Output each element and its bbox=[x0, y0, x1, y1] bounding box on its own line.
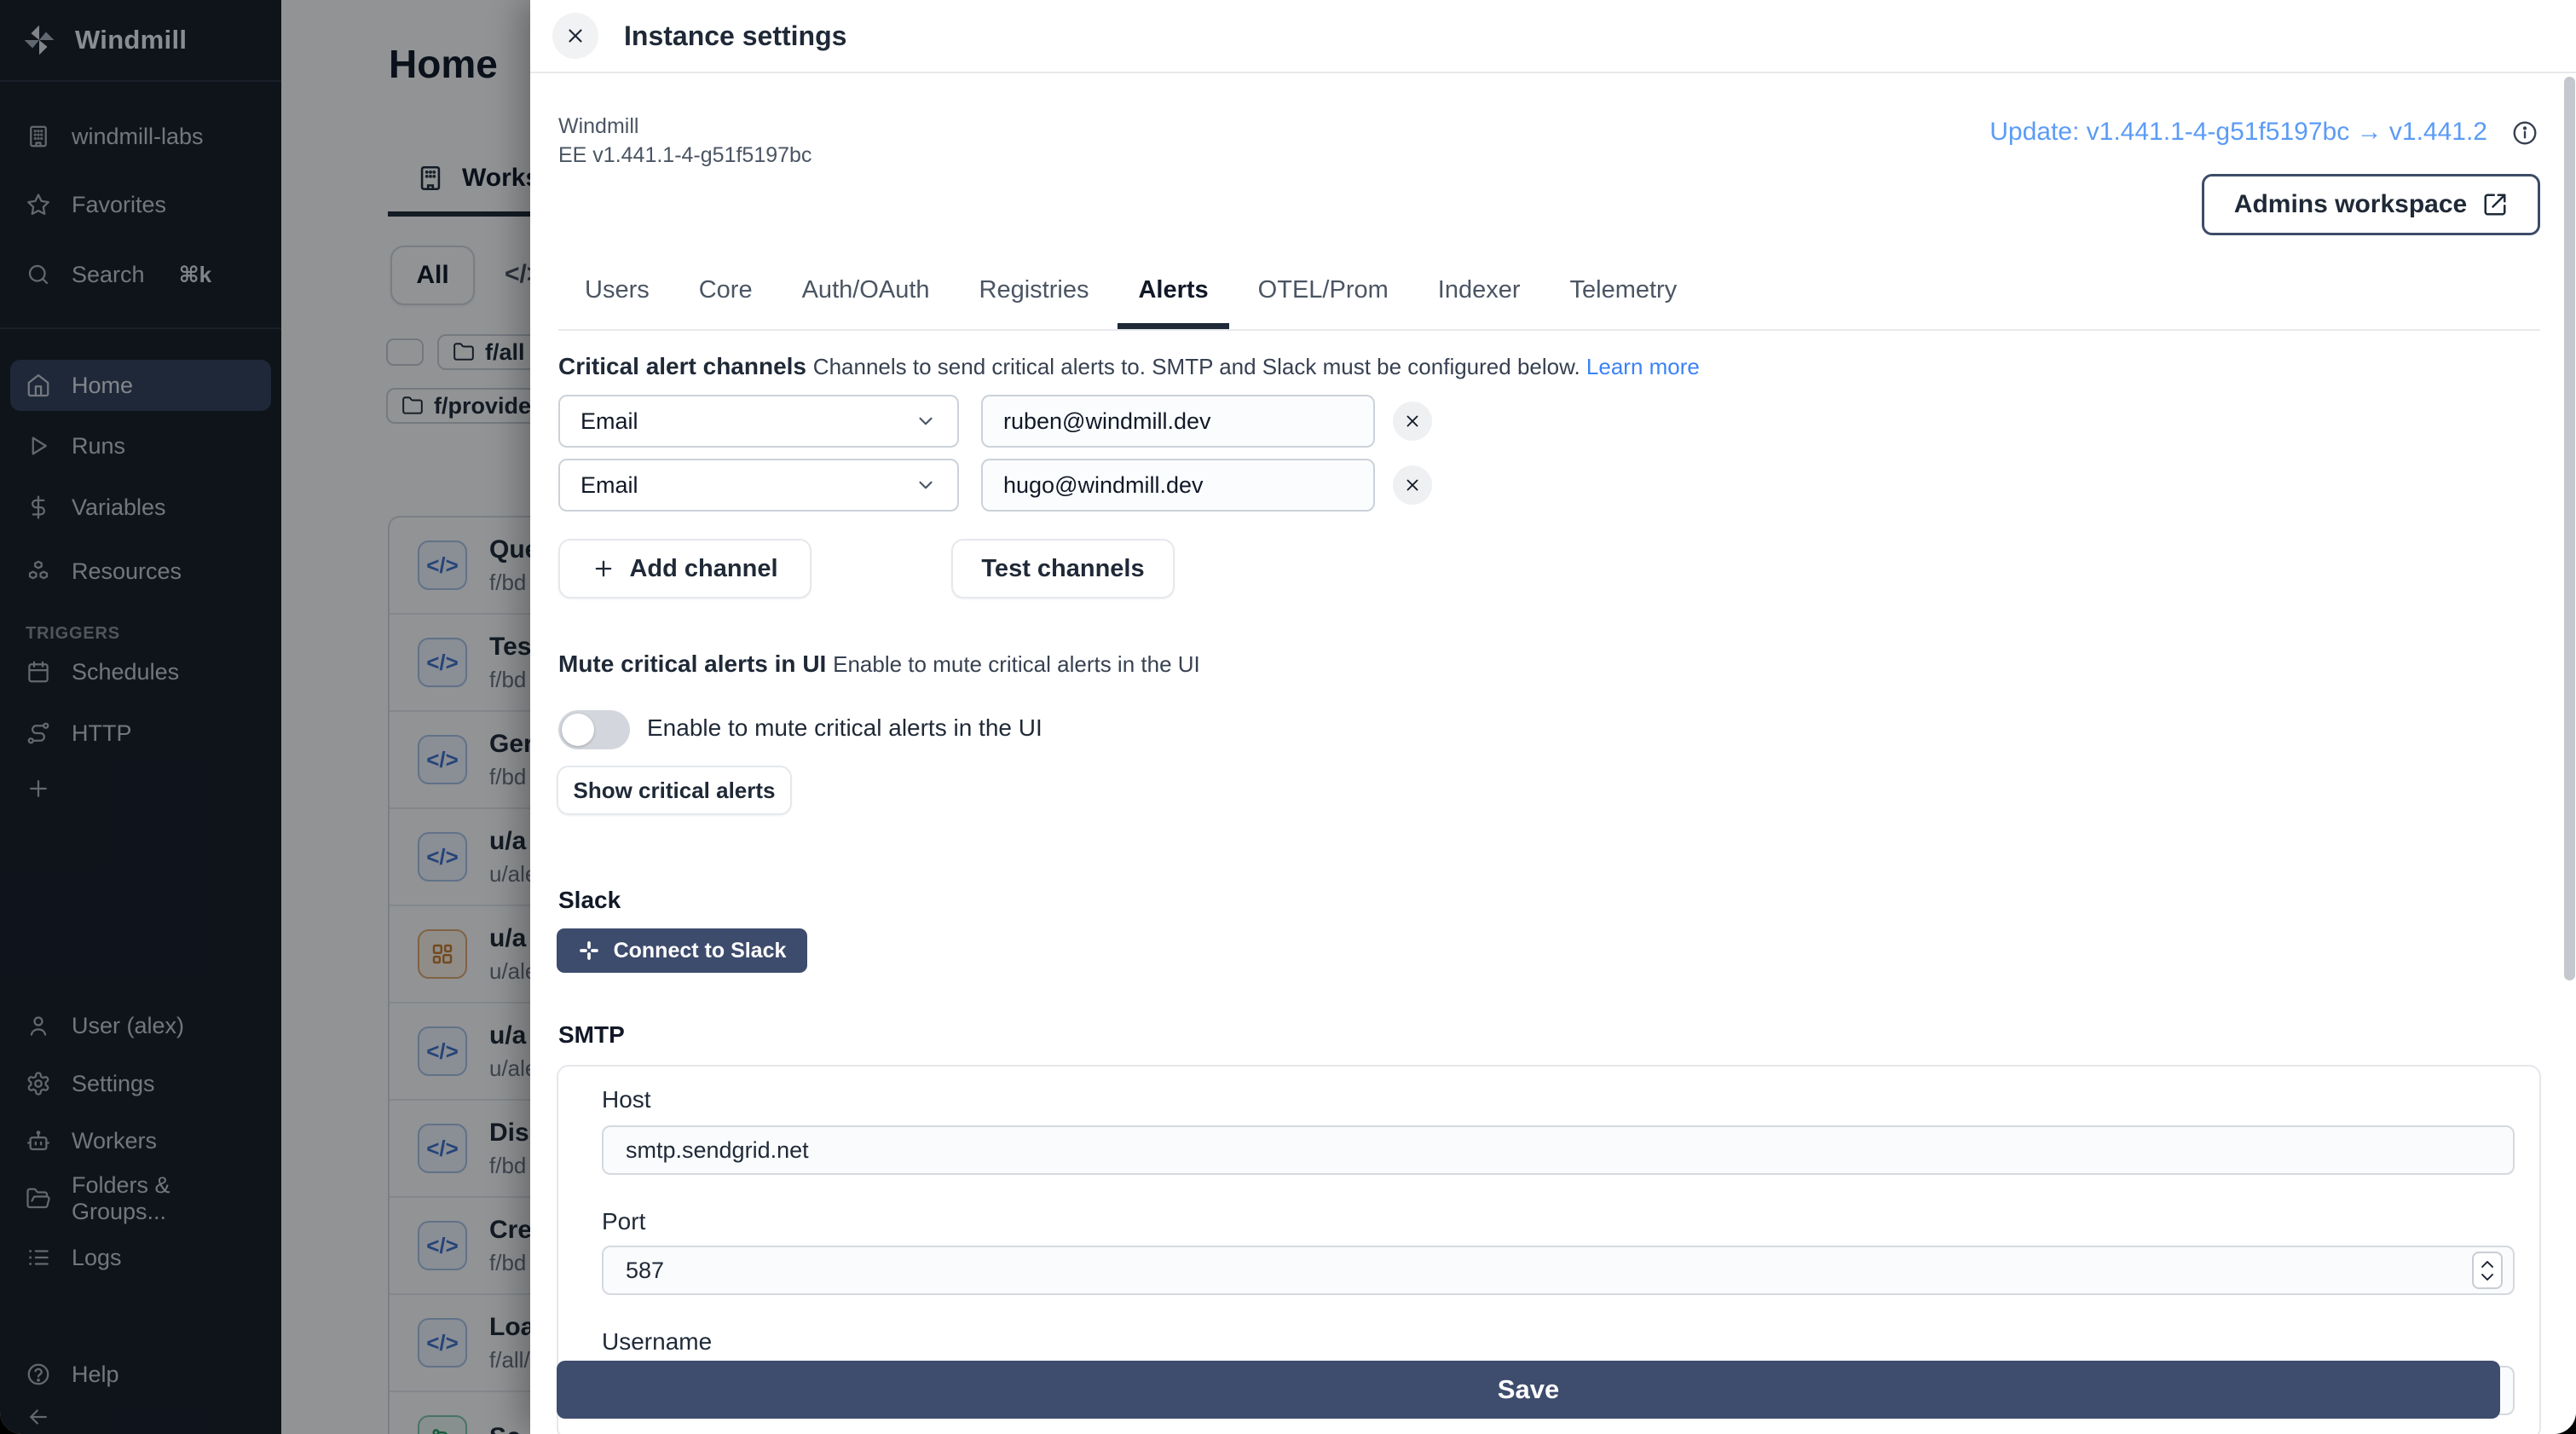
tab-registries[interactable]: Registries bbox=[979, 271, 1089, 329]
connect-to-slack-button[interactable]: Connect to Slack bbox=[557, 928, 807, 973]
close-icon bbox=[564, 25, 586, 47]
mute-toggle[interactable] bbox=[558, 710, 630, 749]
critical-channels-heading: Critical alert channels Channels to send… bbox=[558, 353, 1700, 379]
show-critical-alerts-button[interactable]: Show critical alerts bbox=[557, 766, 792, 815]
instance-settings-drawer: Instance settings Windmill EE v1.441.1-4… bbox=[530, 0, 2576, 1434]
tab-alerts[interactable]: Alerts bbox=[1118, 271, 1229, 329]
test-channels-button[interactable]: Test channels bbox=[951, 539, 1175, 598]
settings-tabs: Users Core Auth/OAuth Registries Alerts … bbox=[558, 271, 2540, 331]
instance-name: Windmill bbox=[558, 114, 639, 138]
smtp-port-input[interactable] bbox=[602, 1246, 2515, 1295]
x-icon bbox=[1403, 412, 1422, 431]
port-label: Port bbox=[602, 1208, 646, 1235]
learn-more-link[interactable]: Learn more bbox=[1586, 354, 1700, 379]
drawer-title: Instance settings bbox=[624, 20, 847, 51]
username-label: Username bbox=[602, 1328, 713, 1355]
remove-channel-button[interactable] bbox=[1393, 402, 1432, 441]
chevron-down-icon bbox=[915, 410, 937, 432]
mute-toggle-label: Enable to mute critical alerts in the UI bbox=[647, 714, 1043, 741]
channel-type-select[interactable]: Email bbox=[558, 395, 959, 448]
tab-auth-oauth[interactable]: Auth/OAuth bbox=[802, 271, 930, 329]
channel-email-input[interactable] bbox=[981, 395, 1375, 448]
toggle-knob bbox=[562, 714, 594, 746]
smtp-heading: SMTP bbox=[558, 1021, 625, 1048]
channel-email-input[interactable] bbox=[981, 459, 1375, 512]
instance-version: EE v1.441.1-4-g51f5197bc bbox=[558, 143, 812, 167]
tab-indexer[interactable]: Indexer bbox=[1438, 271, 1521, 329]
update-link[interactable]: Update: v1.441.1-4-g51f5197bc → v1.441.2 bbox=[1990, 118, 2487, 147]
remove-channel-button[interactable] bbox=[1393, 465, 1432, 505]
tab-telemetry[interactable]: Telemetry bbox=[1570, 271, 1678, 329]
tab-otel-prom[interactable]: OTEL/Prom bbox=[1258, 271, 1389, 329]
smtp-host-input[interactable] bbox=[602, 1125, 2515, 1175]
app-window: Windmill windmill-labs Favorites Search … bbox=[0, 0, 2576, 1434]
save-button[interactable]: Save bbox=[557, 1361, 2500, 1419]
scrollbar-thumb[interactable] bbox=[2564, 77, 2575, 980]
plus-icon bbox=[592, 557, 615, 581]
channel-type-select[interactable]: Email bbox=[558, 459, 959, 512]
x-icon bbox=[1403, 476, 1422, 494]
mute-heading: Mute critical alerts in UI Enable to mut… bbox=[558, 651, 1200, 677]
slack-icon bbox=[578, 940, 600, 962]
chevron-down-icon bbox=[915, 474, 937, 496]
tab-users[interactable]: Users bbox=[585, 271, 650, 329]
tab-core[interactable]: Core bbox=[699, 271, 753, 329]
close-button[interactable] bbox=[552, 13, 598, 59]
host-label: Host bbox=[602, 1086, 651, 1113]
drawer-header: Instance settings bbox=[530, 0, 2576, 73]
info-icon[interactable] bbox=[2511, 119, 2538, 147]
add-channel-button[interactable]: Add channel bbox=[558, 539, 811, 598]
slack-heading: Slack bbox=[558, 887, 621, 913]
external-link-icon bbox=[2482, 192, 2508, 217]
number-stepper[interactable] bbox=[2472, 1252, 2503, 1289]
admins-workspace-button[interactable]: Admins workspace bbox=[2202, 174, 2540, 235]
